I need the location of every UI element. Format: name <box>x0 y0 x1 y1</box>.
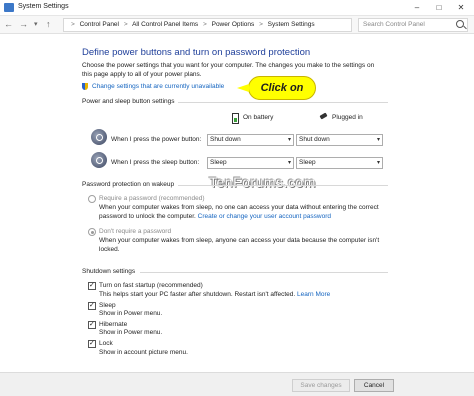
power-button-icon <box>91 129 107 145</box>
section-divider <box>178 185 388 186</box>
plug-icon <box>320 112 331 120</box>
sleep-checkbox[interactable] <box>88 301 96 310</box>
select-value: Sleep <box>299 159 316 166</box>
chevron-down-icon: ▾ <box>376 160 380 166</box>
lock-label: Lock <box>99 340 113 347</box>
breadcrumb: > Control Panel > All Control Panel Item… <box>68 21 315 28</box>
require-password-radio[interactable] <box>88 195 96 203</box>
button-bar: Save changes Cancel <box>0 372 474 396</box>
forward-arrow-icon[interactable]: → <box>19 19 28 30</box>
sleep-button-plugged-select[interactable]: Sleep ▾ <box>296 157 383 169</box>
sleep-button-battery-select[interactable]: Sleep ▾ <box>207 157 294 169</box>
fast-startup-checkbox[interactable] <box>88 281 96 290</box>
dont-require-password-radio[interactable] <box>88 228 96 236</box>
breadcrumb-system-settings[interactable]: System Settings <box>268 21 315 28</box>
breadcrumb-separator: > <box>259 21 263 28</box>
chevron-down-icon: ▾ <box>376 137 380 143</box>
sleep-label: Sleep <box>99 302 116 309</box>
click-on-callout: Click on <box>237 76 316 100</box>
breadcrumb-all-items[interactable]: All Control Panel Items <box>132 21 198 28</box>
fast-startup-desc-text: This helps start your PC faster after sh… <box>99 291 296 298</box>
minimize-button[interactable]: – <box>408 1 426 14</box>
col-on-battery: On battery <box>243 114 274 121</box>
breadcrumb-separator: > <box>123 21 128 28</box>
col-plugged-in: Plugged in <box>332 114 363 121</box>
chevron-down-icon: ▾ <box>287 137 291 143</box>
dont-require-password-desc: When your computer wakes from sleep, any… <box>99 237 380 253</box>
lock-desc: Show in account picture menu. <box>99 349 188 356</box>
power-button-battery-select[interactable]: Shut down ▾ <box>207 134 294 146</box>
breadcrumb-separator: > <box>203 21 207 28</box>
power-section-title: Power and sleep button settings <box>82 98 175 105</box>
address-box[interactable]: > Control Panel > All Control Panel Item… <box>63 18 352 32</box>
breadcrumb-control-panel[interactable]: Control Panel <box>80 21 119 28</box>
title-bar: System Settings – □ ✕ <box>0 0 474 16</box>
chevron-down-icon: ▾ <box>287 160 291 166</box>
up-arrow-icon[interactable]: ↑ <box>46 19 51 30</box>
back-arrow-icon[interactable]: ← <box>4 19 13 30</box>
battery-icon <box>232 113 239 124</box>
dont-require-password-label: Don't require a password <box>99 228 172 235</box>
power-button-plugged-select[interactable]: Shut down ▾ <box>296 134 383 146</box>
password-section-title: Password protection on wakeup <box>82 181 175 188</box>
section-divider <box>140 272 388 273</box>
hibernate-checkbox[interactable] <box>88 320 96 329</box>
change-unavailable-settings-link[interactable]: Change settings that are currently unava… <box>92 83 224 90</box>
maximize-button[interactable]: □ <box>430 1 448 14</box>
close-button[interactable]: ✕ <box>452 1 470 14</box>
window-title: System Settings <box>18 3 69 10</box>
search-placeholder: Search Control Panel <box>363 21 425 28</box>
recent-dropdown-icon[interactable]: ▾ <box>34 19 38 30</box>
select-value: Shut down <box>299 136 330 143</box>
fast-startup-label: Turn on fast startup (recommended) <box>99 282 203 289</box>
search-input[interactable]: Search Control Panel <box>358 18 468 32</box>
learn-more-link[interactable]: Learn More <box>297 291 330 298</box>
breadcrumb-power-options[interactable]: Power Options <box>212 21 255 28</box>
section-divider <box>178 102 388 103</box>
require-password-label: Require a password (recommended) <box>99 195 205 202</box>
create-password-link[interactable]: Create or change your user account passw… <box>198 213 331 220</box>
select-value: Sleep <box>210 159 227 166</box>
sleep-button-label: When I press the sleep button: <box>111 159 200 166</box>
cancel-button[interactable]: Cancel <box>354 379 394 392</box>
select-value: Shut down <box>210 136 241 143</box>
shutdown-section-title: Shutdown settings <box>82 268 136 275</box>
hibernate-desc: Show in Power menu. <box>99 329 163 336</box>
page-title: Define power buttons and turn on passwor… <box>82 47 311 58</box>
fast-startup-desc: This helps start your PC faster after sh… <box>99 291 330 298</box>
address-bar: ← → ▾ ↑ > Control Panel > All Control Pa… <box>0 16 474 34</box>
save-changes-button[interactable]: Save changes <box>292 379 350 392</box>
page-intro: Choose the power settings that you want … <box>82 62 375 78</box>
control-panel-icon <box>4 3 14 12</box>
lock-checkbox[interactable] <box>88 339 96 348</box>
require-password-desc: When your computer wakes from sleep, no … <box>99 204 384 221</box>
sleep-desc: Show in Power menu. <box>99 310 163 317</box>
hibernate-label: Hibernate <box>99 321 128 328</box>
search-icon[interactable] <box>456 20 464 28</box>
watermark-tenforums: TenForums.com <box>209 174 316 190</box>
uac-shield-icon <box>82 83 88 90</box>
sleep-button-icon <box>91 152 107 168</box>
power-button-label: When I press the power button: <box>111 136 202 143</box>
breadcrumb-separator: > <box>71 21 75 28</box>
